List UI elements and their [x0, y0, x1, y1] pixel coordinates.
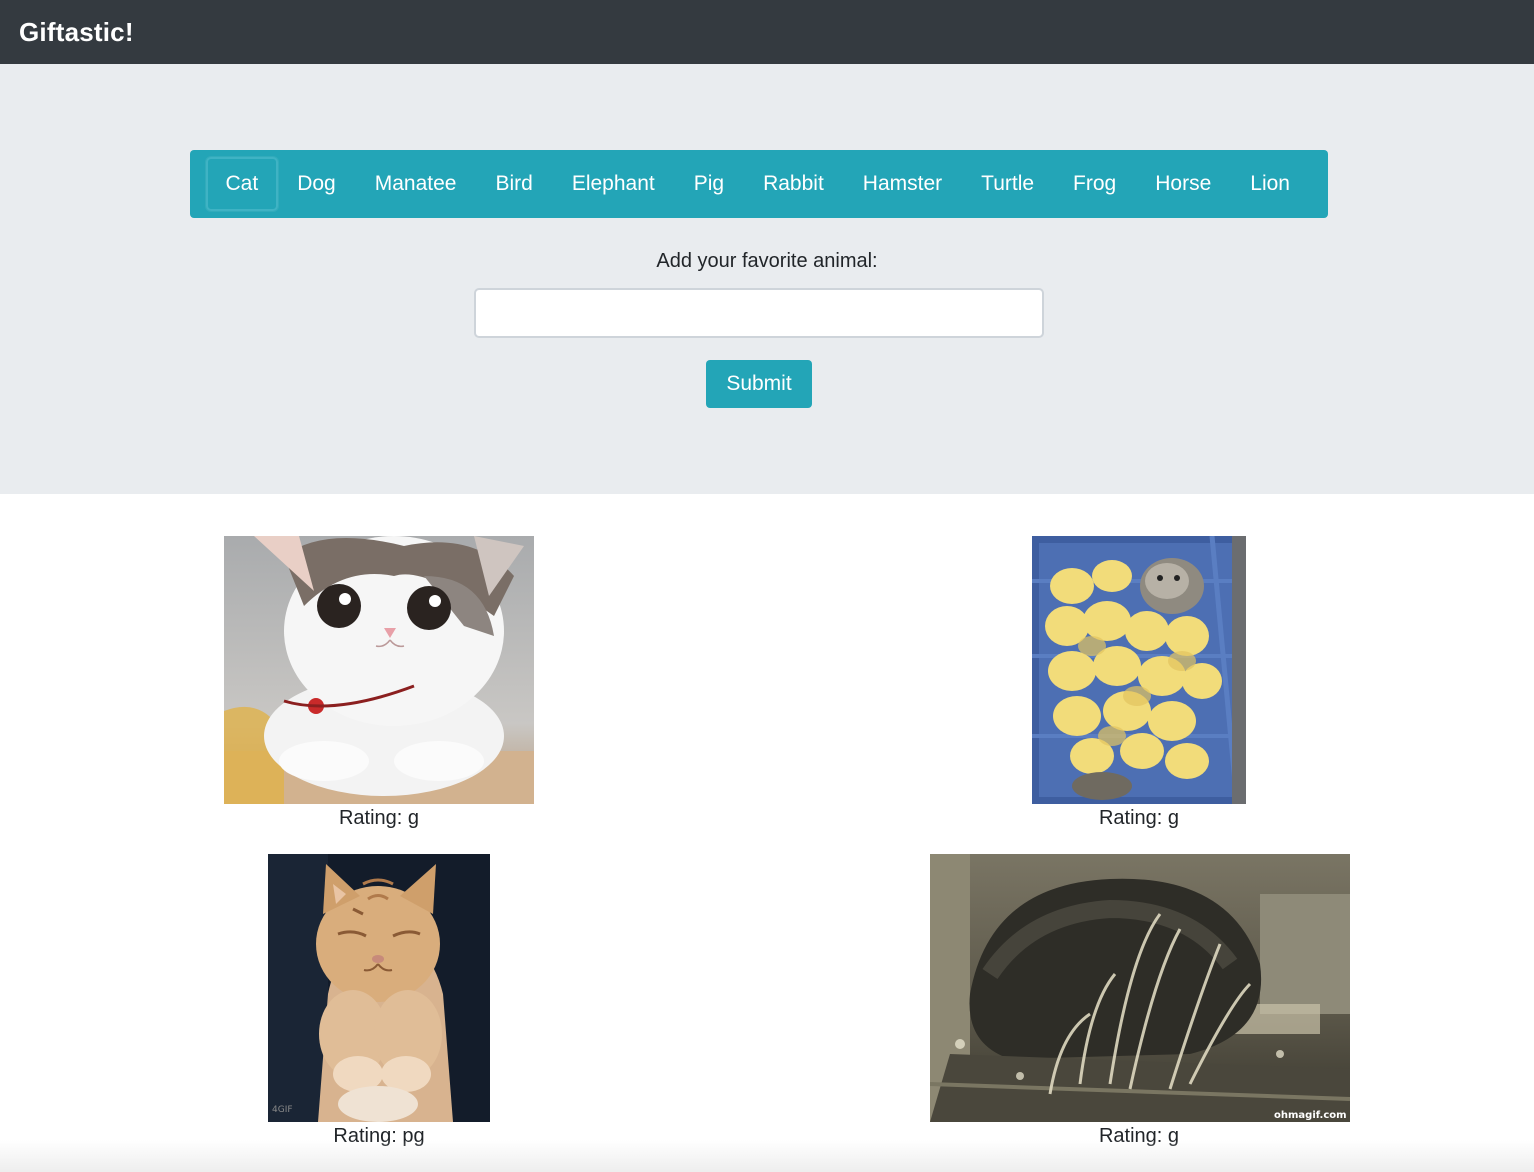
bottom-fade	[0, 1140, 1534, 1172]
gif-watermark: ohmagif.com	[1274, 1110, 1347, 1121]
animal-button-bar: Cat Dog Manatee Bird Elephant Pig Rabbit…	[190, 150, 1328, 218]
add-animal-label: Add your favorite animal:	[656, 250, 878, 272]
animal-button-pig[interactable]: Pig	[674, 157, 743, 211]
brand-title[interactable]: Giftastic!	[19, 17, 134, 48]
animal-button-dog[interactable]: Dog	[278, 157, 356, 211]
gif-image-white-cat[interactable]	[224, 536, 534, 804]
animal-button-lion[interactable]: Lion	[1231, 157, 1310, 211]
svg-text:4GIF: 4GIF	[272, 1105, 293, 1115]
gif-rating-white-cat: Rating: g	[338, 807, 420, 829]
animal-button-frog[interactable]: Frog	[1054, 157, 1136, 211]
gif-image-chicks-in-crate[interactable]	[1032, 536, 1246, 804]
animal-button-manatee[interactable]: Manatee	[355, 157, 476, 211]
submit-button[interactable]: Submit	[706, 360, 812, 408]
animal-button-elephant[interactable]: Elephant	[552, 157, 674, 211]
animal-button-bird[interactable]: Bird	[476, 157, 552, 211]
gif-image-cat-in-fountain[interactable]: ohmagif.com	[930, 854, 1350, 1122]
animal-button-rabbit[interactable]: Rabbit	[744, 157, 844, 211]
jumbotron: Cat Dog Manatee Bird Elephant Pig Rabbit…	[0, 64, 1534, 494]
animal-button-turtle[interactable]: Turtle	[962, 157, 1054, 211]
animal-button-horse[interactable]: Horse	[1136, 157, 1231, 211]
animal-button-hamster[interactable]: Hamster	[843, 157, 961, 211]
gif-image-orange-kitten[interactable]: 4GIF	[268, 854, 490, 1122]
animal-button-cat[interactable]: Cat	[206, 157, 278, 211]
navbar: Giftastic!	[0, 0, 1534, 64]
animal-input[interactable]	[474, 288, 1044, 338]
gif-rating-chicks-in-crate: Rating: g	[1098, 807, 1180, 829]
